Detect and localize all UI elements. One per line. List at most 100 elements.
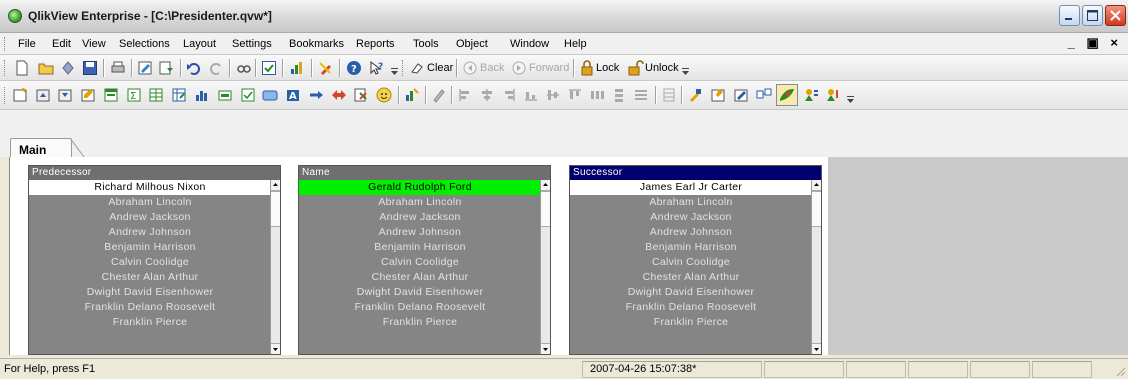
list-item[interactable]: Franklin Pierce <box>570 315 812 330</box>
vertical-scrollbar[interactable] <box>540 180 550 354</box>
input-box-icon[interactable] <box>217 87 233 103</box>
list-item[interactable]: Dwight David Eisenhower <box>299 285 541 300</box>
menu-view[interactable]: View <box>82 38 106 50</box>
menu-grip[interactable] <box>4 37 8 51</box>
mdi-close-icon[interactable]: × <box>1110 35 1122 50</box>
grid-toggle-icon[interactable] <box>661 87 677 103</box>
table-box-icon[interactable] <box>171 87 187 103</box>
qlikview-app-icon[interactable] <box>8 9 22 23</box>
list-item[interactable]: Dwight David Eisenhower <box>29 285 271 300</box>
scroll-thumb[interactable] <box>271 191 280 227</box>
lock-icon[interactable] <box>579 60 595 76</box>
statistics-box-icon[interactable]: Σ <box>126 87 142 103</box>
list-item[interactable]: Benjamin Harrison <box>29 240 271 255</box>
list-item[interactable]: Gerald Rudolph Ford <box>299 180 541 195</box>
align-right-icon[interactable] <box>501 87 517 103</box>
list-item[interactable]: Andrew Jackson <box>570 210 812 225</box>
list-item[interactable]: Andrew Jackson <box>299 210 541 225</box>
forward-button[interactable]: Forward <box>529 62 569 74</box>
clear-button[interactable]: Clear <box>427 62 453 74</box>
list-item[interactable]: Abraham Lincoln <box>29 195 271 210</box>
menu-selections[interactable]: Selections <box>119 38 170 50</box>
print-icon[interactable] <box>110 60 126 76</box>
vertical-scrollbar[interactable] <box>270 180 280 354</box>
list-item[interactable]: Franklin Delano Roosevelt <box>29 300 271 315</box>
align-left-icon[interactable] <box>457 87 473 103</box>
space-horizontally-icon[interactable] <box>589 87 605 103</box>
demote-sheet-icon[interactable] <box>57 87 73 103</box>
scroll-down-arrow-icon[interactable] <box>812 343 821 354</box>
unlock-icon[interactable] <box>628 60 644 76</box>
list-item[interactable]: Dwight David Eisenhower <box>570 285 812 300</box>
menu-layout[interactable]: Layout <box>183 38 216 50</box>
list-item[interactable]: Calvin Coolidge <box>570 255 812 270</box>
list-item[interactable]: Chester Alan Arthur <box>29 270 271 285</box>
scroll-thumb[interactable] <box>812 191 821 227</box>
design-tools-icon[interactable] <box>318 60 334 76</box>
menu-reports[interactable]: Reports <box>356 38 395 50</box>
scroll-down-arrow-icon[interactable] <box>271 343 280 354</box>
resize-grip-icon[interactable] <box>1114 365 1126 377</box>
toolbar-grip[interactable] <box>402 60 406 76</box>
search-object-icon[interactable] <box>376 87 392 103</box>
menu-tools[interactable]: Tools <box>413 38 439 50</box>
menu-help[interactable]: Help <box>564 38 587 50</box>
expression-overview-icon[interactable] <box>803 87 819 103</box>
list-item[interactable]: Franklin Delano Roosevelt <box>299 300 541 315</box>
chart-wizard-icon[interactable] <box>404 87 420 103</box>
add-sheet-icon[interactable] <box>12 87 28 103</box>
select-fields-icon[interactable] <box>261 60 277 76</box>
menu-bookmarks[interactable]: Bookmarks <box>289 38 344 50</box>
align-bottom-icon[interactable] <box>523 87 539 103</box>
line-arrow-object-icon[interactable] <box>308 87 324 103</box>
alerts-icon[interactable] <box>825 87 841 103</box>
list-item[interactable]: Chester Alan Arthur <box>570 270 812 285</box>
menu-settings[interactable]: Settings <box>232 38 272 50</box>
list-item[interactable]: Chester Alan Arthur <box>299 270 541 285</box>
undo-icon[interactable] <box>186 60 202 76</box>
properties-icon[interactable] <box>687 87 703 103</box>
list-item[interactable]: Franklin Pierce <box>299 315 541 330</box>
slider-object-icon[interactable] <box>331 87 347 103</box>
align-top-icon[interactable] <box>567 87 583 103</box>
chart-icon[interactable] <box>194 87 210 103</box>
list-item[interactable]: Richard Milhous Nixon <box>29 180 271 195</box>
mdi-restore-icon[interactable]: ▣ <box>1086 35 1102 50</box>
new-sheet-object-icon[interactable] <box>289 60 305 76</box>
list-item[interactable]: Benjamin Harrison <box>299 240 541 255</box>
list-item[interactable]: James Earl Jr Carter <box>570 180 812 195</box>
button-object-icon[interactable] <box>262 87 278 103</box>
toolbar-options-icon[interactable] <box>682 68 689 76</box>
listbox-name[interactable]: Name Gerald Rudolph Ford Abraham Lincoln… <box>298 165 551 355</box>
context-help-icon[interactable]: ? <box>369 60 385 76</box>
list-item[interactable]: Andrew Johnson <box>570 225 812 240</box>
align-justify-icon[interactable] <box>633 87 649 103</box>
text-object-icon[interactable]: A <box>285 87 301 103</box>
promote-sheet-icon[interactable] <box>35 87 51 103</box>
toolbar-grip[interactable] <box>4 60 8 76</box>
list-item[interactable]: Andrew Johnson <box>299 225 541 240</box>
lock-button[interactable]: Lock <box>596 62 619 74</box>
tab-main[interactable]: Main <box>10 138 72 158</box>
list-item[interactable]: Calvin Coolidge <box>29 255 271 270</box>
maximize-button[interactable] <box>1082 5 1103 26</box>
menu-edit[interactable]: Edit <box>52 38 71 50</box>
toolbar-options-icon[interactable] <box>847 96 854 104</box>
toolbar-grip[interactable] <box>4 87 8 104</box>
clear-icon[interactable] <box>410 60 426 76</box>
list-item[interactable]: Abraham Lincoln <box>299 195 541 210</box>
new-document-icon[interactable] <box>14 60 30 76</box>
back-button[interactable]: Back <box>480 62 504 74</box>
bookmark-object-icon[interactable] <box>353 87 369 103</box>
toolbar-options-icon[interactable] <box>391 68 398 76</box>
open-server-icon[interactable] <box>60 60 76 76</box>
help-icon[interactable]: ? <box>346 60 362 76</box>
list-item[interactable]: Franklin Delano Roosevelt <box>570 300 812 315</box>
menu-file[interactable]: File <box>18 38 36 50</box>
redo-icon[interactable] <box>208 60 224 76</box>
scroll-down-arrow-icon[interactable] <box>541 343 550 354</box>
reload-icon[interactable] <box>158 60 174 76</box>
unlock-button[interactable]: Unlock <box>645 62 679 74</box>
list-item[interactable]: Benjamin Harrison <box>570 240 812 255</box>
document-properties-icon[interactable] <box>733 87 749 103</box>
